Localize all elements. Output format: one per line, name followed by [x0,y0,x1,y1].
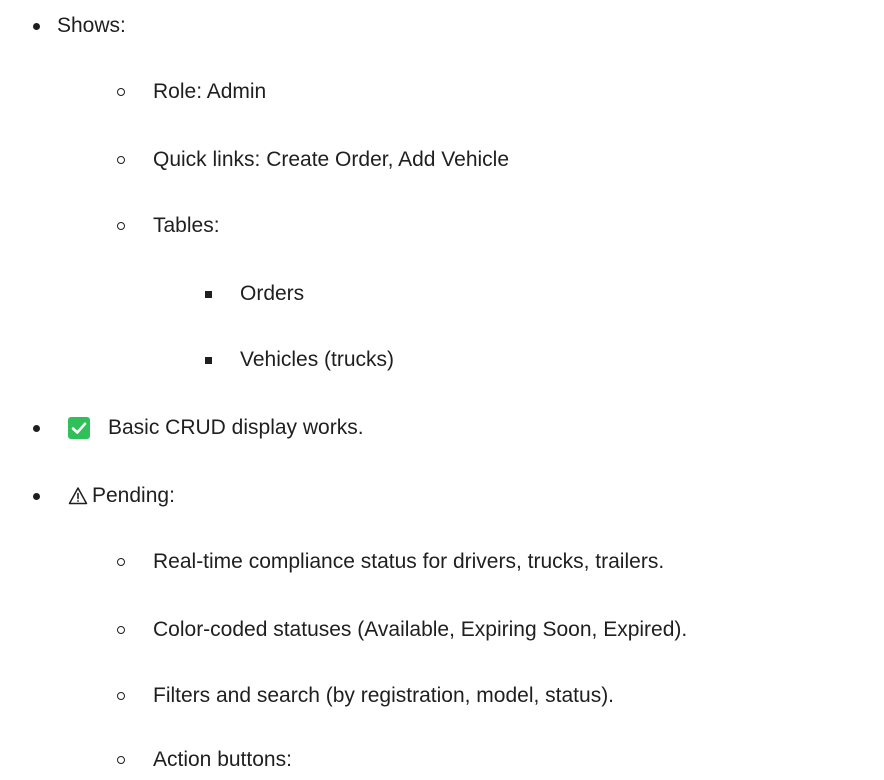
list-item-text: Vehicles (trucks) [240,348,395,371]
bullet-circle [117,756,125,764]
list-item-text: Color-coded statuses (Available, Expirin… [153,618,688,641]
list-item-text: Tables: [153,214,220,237]
bullet-dot [33,424,40,432]
list-item-text: Shows: [57,14,126,37]
bullet-circle [117,156,125,164]
list-item-text: Action buttons: [153,748,292,771]
list-item-text: Pending: [92,484,175,507]
bullet-circle [117,88,125,96]
warning-icon [68,486,88,506]
bullet-square [205,290,212,298]
list-item-text: Orders [240,282,305,305]
bullet-dot [33,492,40,500]
list-item-text: Role: Admin [153,80,267,103]
check-box-icon [68,417,90,439]
bullet-circle [117,222,125,230]
bullet-circle [117,692,125,700]
list-item-text: Filters and search (by registration, mod… [153,684,615,707]
bullet-dot [33,22,40,30]
list-item-text: Basic CRUD display works. [108,416,364,439]
list-item-text: Real-time compliance status for drivers,… [153,550,665,573]
bullet-circle [117,626,125,634]
bullet-circle [117,558,125,566]
list-item-text: Quick links: Create Order, Add Vehicle [153,148,510,171]
bullet-square [205,356,212,364]
